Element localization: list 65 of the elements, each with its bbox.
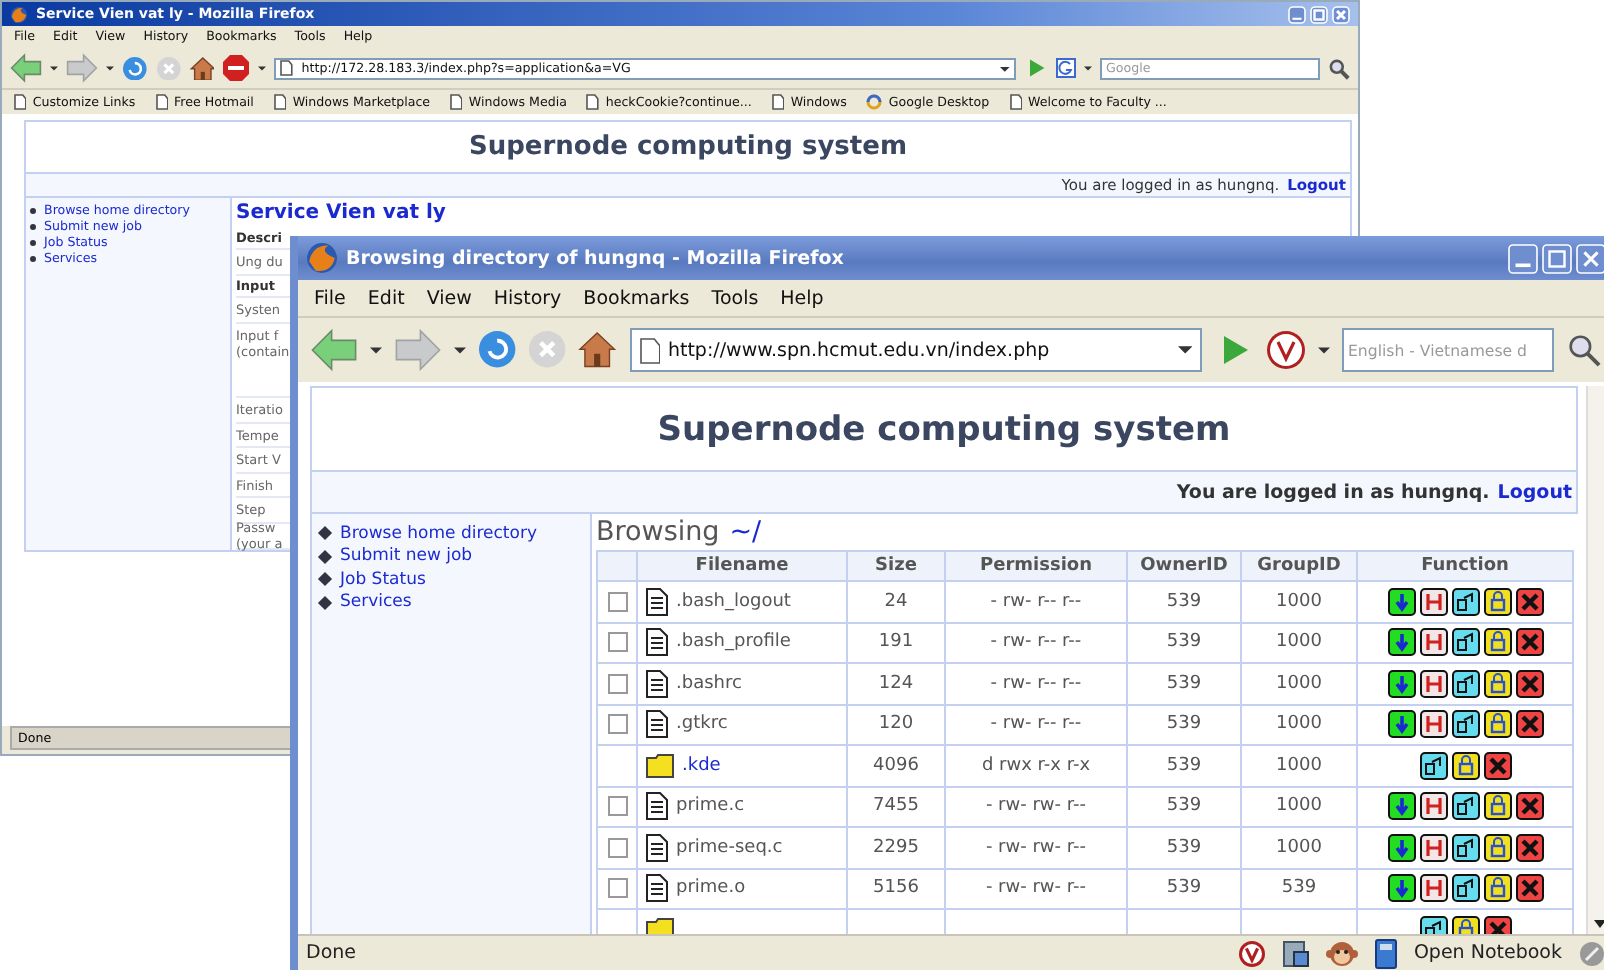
table-cell: - rw- r-- r-- xyxy=(990,591,1082,612)
table-cell: - rw- rw- r-- xyxy=(985,796,1087,817)
window-title: Browsing directory of hungnq - Mozilla Firefox xyxy=(346,247,846,269)
menu-item[interactable]: Bookmarks xyxy=(571,287,700,309)
table-cell: 539 xyxy=(1166,591,1202,612)
menu-item[interactable]: Edit xyxy=(355,287,415,309)
table-cell: 7455 xyxy=(873,796,919,817)
table-cell: - rw- rw- r-- xyxy=(985,837,1087,858)
table-cell: 2295 xyxy=(873,837,919,858)
login-status: You are logged in as hungnq. xyxy=(1176,481,1490,503)
file-name[interactable]: .gtkrc xyxy=(676,714,728,735)
table-cell: 539 xyxy=(1166,632,1202,653)
table-cell: 5156 xyxy=(873,878,919,899)
file-name[interactable]: .kde xyxy=(682,755,721,776)
menu-item[interactable]: History xyxy=(481,287,572,309)
column-header: Function xyxy=(1357,551,1573,581)
column-header: OwnerID xyxy=(1127,551,1241,581)
table-cell: 1000 xyxy=(1276,591,1322,612)
table-cell: 539 xyxy=(1281,878,1317,899)
path-link[interactable]: ~/ xyxy=(729,516,762,548)
menu-item[interactable]: View xyxy=(414,287,482,309)
file-name[interactable]: prime.c xyxy=(676,796,745,817)
table-cell: 539 xyxy=(1166,837,1202,858)
table-cell: 539 xyxy=(1166,755,1202,776)
table-cell: 539 xyxy=(1166,673,1202,694)
table-cell: 1000 xyxy=(1276,755,1322,776)
browsing-label: Browsing xyxy=(596,516,720,548)
sidebar-link[interactable]: Services xyxy=(340,592,412,613)
table-cell: - rw- r-- r-- xyxy=(990,673,1082,694)
table-cell: - rw- r-- r-- xyxy=(990,632,1082,653)
site-title: Supernode computing system xyxy=(657,409,1231,449)
table-cell: 4096 xyxy=(873,755,919,776)
menu-item[interactable]: Help xyxy=(768,287,834,309)
table-cell: 539 xyxy=(1166,796,1202,817)
table-cell: 1000 xyxy=(1276,714,1322,735)
table-cell: 191 xyxy=(878,632,914,653)
menu-item[interactable]: Tools xyxy=(699,287,769,309)
file-name[interactable]: .bashrc xyxy=(676,673,742,694)
table-cell: 1000 xyxy=(1276,837,1322,858)
logout-link[interactable]: Logout xyxy=(1497,481,1572,503)
status-text: Done xyxy=(306,942,358,964)
table-cell: d rwx r-x r-x xyxy=(981,755,1091,776)
table-cell: 1000 xyxy=(1276,796,1322,817)
column-header: Permission xyxy=(945,551,1127,581)
table-cell: 120 xyxy=(878,714,914,735)
table-cell: 539 xyxy=(1166,878,1202,899)
column-header: Size xyxy=(847,551,945,581)
site-title: Supernode computing system xyxy=(468,132,907,162)
address-bar[interactable]: http://www.spn.hcmut.edu.vn/index.php xyxy=(629,328,1202,372)
table-cell: 1000 xyxy=(1276,673,1322,694)
column-header: GroupID xyxy=(1241,551,1357,581)
table-cell: 539 xyxy=(1166,714,1202,735)
table-cell: - rw- rw- r-- xyxy=(985,878,1087,899)
panel-title: Service Vien vat ly xyxy=(236,202,448,227)
table-cell: 124 xyxy=(878,673,914,694)
table-cell: 1000 xyxy=(1276,632,1322,653)
sidebar-link[interactable]: Browse home directory xyxy=(340,523,537,544)
open-notebook-button[interactable]: Open Notebook xyxy=(1413,942,1562,964)
menu-item[interactable]: File xyxy=(302,287,356,309)
sidebar-link[interactable]: Job Status xyxy=(340,569,426,590)
column-header: Filename xyxy=(637,551,847,581)
file-name[interactable]: prime.o xyxy=(676,878,746,899)
table-cell: 24 xyxy=(884,591,908,612)
table-cell: - rw- r-- r-- xyxy=(990,714,1082,735)
sidebar-link[interactable]: Submit new job xyxy=(340,546,473,567)
